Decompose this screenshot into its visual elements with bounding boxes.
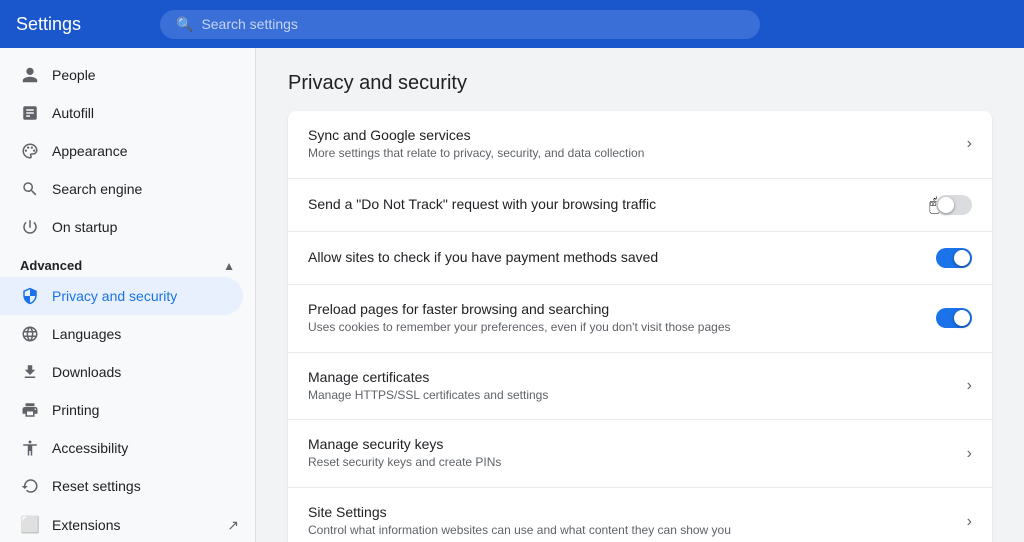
puzzle-icon: ⬜: [20, 515, 40, 535]
sidebar-item-search-engine[interactable]: Search engine: [0, 170, 243, 208]
row-text: Manage certificates Manage HTTPS/SSL cer…: [308, 369, 951, 404]
extensions-label: Extensions: [52, 517, 120, 533]
search-input[interactable]: [201, 16, 744, 32]
settings-row-dnt[interactable]: Send a "Do Not Track" request with your …: [288, 179, 992, 232]
settings-row-payment[interactable]: Allow sites to check if you have payment…: [288, 232, 992, 285]
search-engine-icon: [20, 180, 40, 198]
settings-card: Sync and Google services More settings t…: [288, 111, 992, 542]
sidebar-item-printing[interactable]: Printing: [0, 391, 243, 429]
sidebar-item-appearance[interactable]: Appearance: [0, 132, 243, 170]
toggle-thumb: [938, 197, 954, 213]
sidebar-item-privacy[interactable]: Privacy and security: [0, 277, 243, 315]
printing-icon: [20, 401, 40, 419]
sidebar-item-label: On startup: [52, 219, 117, 235]
row-title-sync: Sync and Google services: [308, 127, 951, 143]
sidebar-item-label: People: [52, 67, 96, 83]
row-subtitle-security-keys: Reset security keys and create PINs: [308, 454, 951, 471]
row-subtitle-site-settings: Control what information websites can us…: [308, 522, 951, 539]
sidebar-item-languages[interactable]: Languages: [0, 315, 243, 353]
toggle-dnt[interactable]: [936, 195, 972, 215]
chevron-right-icon: ›: [967, 135, 972, 153]
downloads-icon: [20, 363, 40, 381]
settings-row-preload[interactable]: Preload pages for faster browsing and se…: [288, 285, 992, 353]
row-subtitle-preload: Uses cookies to remember your preference…: [308, 319, 920, 336]
external-link-icon: ↗: [227, 517, 239, 534]
sidebar-item-label: Appearance: [52, 143, 128, 159]
row-subtitle-sync: More settings that relate to privacy, se…: [308, 145, 951, 162]
appearance-icon: [20, 142, 40, 160]
advanced-section-header[interactable]: Advanced ▲: [0, 246, 255, 277]
sidebar-item-label: Search engine: [52, 181, 142, 197]
search-icon: 🔍: [176, 16, 193, 33]
toggle-preload[interactable]: [936, 308, 972, 328]
settings-row-certificates[interactable]: Manage certificates Manage HTTPS/SSL cer…: [288, 353, 992, 421]
languages-icon: [20, 325, 40, 343]
sidebar-item-label: Privacy and security: [52, 288, 177, 304]
row-title-security-keys: Manage security keys: [308, 436, 951, 452]
row-subtitle-certificates: Manage HTTPS/SSL certificates and settin…: [308, 387, 951, 404]
chevron-up-icon: ▲: [223, 259, 235, 273]
reset-icon: [20, 477, 40, 495]
app-title: Settings: [16, 14, 136, 35]
row-title-certificates: Manage certificates: [308, 369, 951, 385]
chevron-right-icon: ›: [967, 377, 972, 395]
sidebar-item-label: Downloads: [52, 364, 121, 380]
row-text: Allow sites to check if you have payment…: [308, 249, 920, 267]
sidebar-item-on-startup[interactable]: On startup: [0, 208, 243, 246]
sidebar-item-accessibility[interactable]: Accessibility: [0, 429, 243, 467]
settings-row-security-keys[interactable]: Manage security keys Reset security keys…: [288, 420, 992, 488]
row-text: Site Settings Control what information w…: [308, 504, 951, 539]
settings-row-site-settings[interactable]: Site Settings Control what information w…: [288, 488, 992, 542]
sidebar-item-downloads[interactable]: Downloads: [0, 353, 243, 391]
sidebar-item-label: Autofill: [52, 105, 94, 121]
sidebar-item-people[interactable]: People: [0, 56, 243, 94]
sidebar-item-label: Reset settings: [52, 478, 141, 494]
on-startup-icon: [20, 218, 40, 236]
content-area: Privacy and security Sync and Google ser…: [256, 48, 1024, 542]
people-icon: [20, 66, 40, 84]
chevron-right-icon: ›: [967, 513, 972, 531]
privacy-icon: [20, 287, 40, 305]
header: Settings 🔍: [0, 0, 1024, 48]
sidebar-item-extensions[interactable]: ⬜ Extensions ↗: [0, 505, 255, 542]
sidebar-item-label: Accessibility: [52, 440, 128, 456]
row-text: Preload pages for faster browsing and se…: [308, 301, 920, 336]
sidebar: People Autofill Appearance Search engine…: [0, 48, 256, 542]
advanced-section-label: Advanced: [20, 258, 82, 273]
row-title-dnt: Send a "Do Not Track" request with your …: [308, 196, 920, 212]
row-text: Send a "Do Not Track" request with your …: [308, 196, 920, 214]
row-title-preload: Preload pages for faster browsing and se…: [308, 301, 920, 317]
search-bar[interactable]: 🔍: [160, 10, 760, 39]
row-text: Sync and Google services More settings t…: [308, 127, 951, 162]
row-title-payment: Allow sites to check if you have payment…: [308, 249, 920, 265]
settings-row-sync[interactable]: Sync and Google services More settings t…: [288, 111, 992, 179]
accessibility-icon: [20, 439, 40, 457]
row-text: Manage security keys Reset security keys…: [308, 436, 951, 471]
chevron-right-icon: ›: [967, 445, 972, 463]
sidebar-item-label: Languages: [52, 326, 121, 342]
sidebar-item-label: Printing: [52, 402, 99, 418]
sidebar-item-reset[interactable]: Reset settings: [0, 467, 243, 505]
sidebar-item-autofill[interactable]: Autofill: [0, 94, 243, 132]
page-title: Privacy and security: [288, 72, 992, 95]
toggle-payment[interactable]: [936, 248, 972, 268]
row-title-site-settings: Site Settings: [308, 504, 951, 520]
autofill-icon: [20, 104, 40, 122]
toggle-thumb: [954, 250, 970, 266]
main-content: People Autofill Appearance Search engine…: [0, 48, 1024, 542]
